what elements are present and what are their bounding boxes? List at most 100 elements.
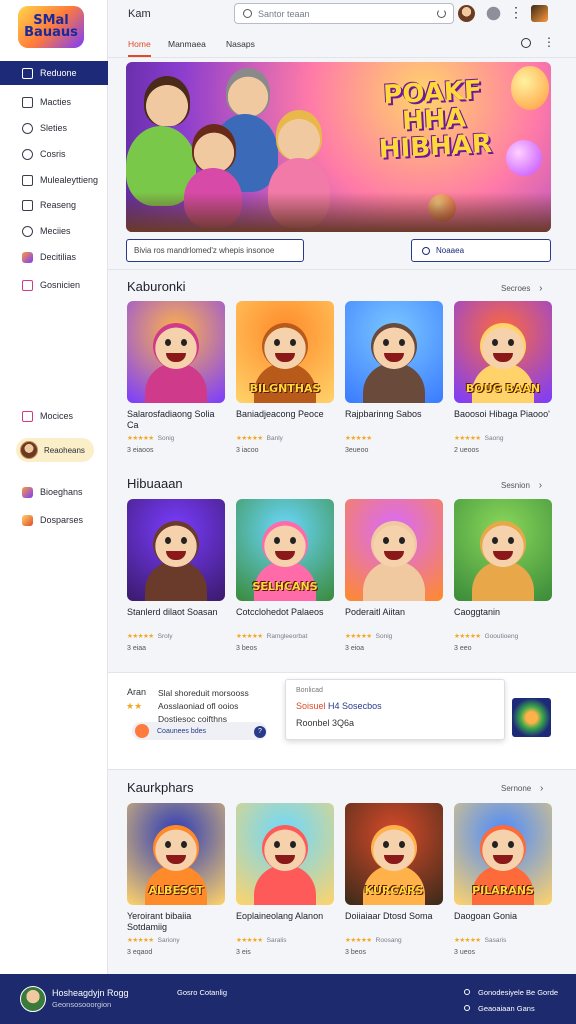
game-title[interactable]: Caoggtanin (454, 607, 552, 629)
game-card[interactable]: KURCARS Doiiaiaar Dtosd Soma ★★★★★ Roosan… (345, 803, 443, 956)
search-input[interactable]: Santor teaan (234, 3, 454, 24)
game-count: 3 eis (236, 949, 251, 956)
game-title[interactable]: Doiiaiaar Dtosd Soma (345, 911, 443, 933)
game-count: 3 eqaod (127, 949, 153, 956)
character-eye (165, 537, 171, 544)
tab-home[interactable]: Home (128, 39, 151, 57)
game-count: 3 iacoo (236, 447, 259, 454)
tab-nasaps[interactable]: Nasaps (226, 39, 255, 49)
game-title[interactable]: Cotcclohedot Palaeos (236, 607, 334, 629)
character-head (226, 68, 270, 116)
game-title[interactable]: Baniadjeacong Peoce (236, 409, 334, 431)
game-thumbnail[interactable]: ALBESCT (127, 803, 225, 905)
profile-avatar[interactable] (458, 5, 475, 22)
game-card[interactable]: Stanlerd dilaot Soasan ★★★★★ Sroly 3 eiaa (127, 499, 225, 652)
game-thumbnail[interactable] (236, 803, 334, 905)
footer-search-link[interactable]: Geaoaiaan Gans (464, 1004, 535, 1013)
game-thumbnail[interactable]: BOUG BAAN (454, 301, 552, 403)
game-title[interactable]: Baoosoi Hibaga Piaooo' (454, 409, 552, 431)
hero-button-label: Noaaea (436, 246, 465, 255)
game-thumbnail[interactable] (127, 499, 225, 601)
character-eye (290, 537, 296, 544)
character-eye (181, 339, 187, 346)
promo-rating: ★★ (126, 701, 143, 711)
game-card[interactable]: ALBESCT Yeroirant bibaiia Sotdamiig ★★★★… (127, 803, 225, 956)
info-icon[interactable]: ? (254, 726, 266, 738)
game-title[interactable]: Rajpbarinng Sabos (345, 409, 443, 431)
sidebar-item-label: Macties (40, 97, 72, 107)
game-title[interactable]: Eoplaineolang Alanon (236, 911, 334, 933)
balloon-graphic (506, 140, 542, 176)
search-icon (464, 1005, 470, 1011)
tab-bar: Home Manmaea Nasaps ⋮ (108, 30, 576, 58)
sidebar-item-meciies[interactable]: Meciies (0, 219, 108, 243)
game-card[interactable]: BOUG BAAN Baoosoi Hibaga Piaooo' ★★★★★ Sa… (454, 301, 552, 454)
section-see-more-link[interactable]: Sesnion (501, 480, 542, 491)
sidebar-item-decitilias[interactable]: Decitilias (0, 245, 108, 269)
promo-chip[interactable]: Coaunees bdes (132, 722, 267, 740)
rating-label: Sasaris (484, 937, 507, 944)
game-card[interactable]: Caoggtanin ★★★★★ Gooutioeng 3 eeo (454, 499, 552, 652)
user-pill[interactable]: Reaoheans (16, 438, 94, 462)
game-art-title: BOUG BAAN (465, 382, 541, 395)
sidebar-item-macties[interactable]: Macties (0, 90, 108, 114)
promo-thumbnail[interactable] (512, 698, 551, 737)
section-see-more-link[interactable]: Sernone (501, 783, 543, 794)
sidebar-item-gosnicien[interactable]: Gosnicien (0, 273, 108, 297)
sidebar-item-home[interactable]: Reduone (0, 61, 108, 85)
game-card[interactable]: BILGNTHAS Baniadjeacong Peoce ★★★★★ Banly… (236, 301, 334, 454)
game-title[interactable]: Poderaitl Aiitan (345, 607, 443, 629)
more-menu-icon[interactable]: ⋮ (509, 5, 523, 22)
game-card[interactable]: Poderaitl Aiitan ★★★★★ Sonig 3 eioa (345, 499, 443, 652)
sidebar-item-bioeghans[interactable]: Bioeghans (0, 480, 108, 504)
game-title[interactable]: Salarosfadiaong Solia Ca (127, 409, 225, 431)
sidebar-item-cosris[interactable]: Cosris (0, 142, 108, 166)
game-thumbnail[interactable] (127, 301, 225, 403)
game-title[interactable]: Stanlerd dilaot Soasan (127, 607, 225, 629)
promo-popup[interactable]: Bonlicad Soisuel H4 Sosecbos Roonbel 3Q6… (285, 679, 505, 740)
sidebar-item-mulealeyttieng[interactable]: Mulealeyttieng (0, 168, 108, 192)
section-see-more-link[interactable]: Secroes (501, 283, 542, 294)
game-thumbnail[interactable] (345, 301, 443, 403)
sidebar-item-sleties[interactable]: Sleties (0, 116, 108, 140)
sidebar-item-reaseng[interactable]: Reaseng (0, 193, 108, 217)
settings-icon (22, 225, 33, 237)
popup-highlight: Soisuel (296, 701, 326, 711)
game-thumbnail[interactable] (454, 499, 552, 601)
sidebar-item-dosparses[interactable]: Dosparses (0, 508, 108, 532)
game-card[interactable]: SELHCANS Cotcclohedot Palaeos ★★★★★ Ramgl… (236, 499, 334, 652)
game-card[interactable]: Eoplaineolang Alanon ★★★★★ Saralis 3 eis (236, 803, 334, 956)
location-icon[interactable] (486, 6, 501, 21)
hero-search-button[interactable]: Noaaea (411, 239, 551, 262)
search-icon[interactable] (521, 38, 531, 48)
game-title[interactable]: Yeroirant bibaiia Sotdamiig (127, 911, 225, 933)
game-card[interactable]: Salarosfadiaong Solia Ca ★★★★★ Sonig 3 ei… (127, 301, 225, 454)
refresh-icon[interactable] (437, 9, 446, 18)
game-card[interactable]: Rajpbarinng Sabos ★★★★★ 3eueoo (345, 301, 443, 454)
promo-chip-label: Coaunees bdes (157, 727, 207, 735)
footer-search-link[interactable]: Gonodesiyele Be Gorde (464, 988, 558, 997)
hero-text-field[interactable]: Bivia ros mandrlomed'z whepis insonoe (126, 239, 304, 262)
document-icon (22, 199, 33, 211)
more-menu-icon[interactable]: ⋮ (543, 35, 555, 49)
sidebar-item-mocices[interactable]: Mocices (0, 404, 108, 428)
game-rating: ★★★★★ Gooutioeng (454, 632, 552, 640)
game-thumbnail[interactable]: KURCARS (345, 803, 443, 905)
avatar[interactable] (20, 986, 46, 1012)
game-rating: ★★★★★ Banly (236, 434, 334, 442)
game-title[interactable]: Daogoan Gonia (454, 911, 552, 933)
app-logo[interactable]: SMal Bauaus (18, 6, 84, 48)
game-controller-icon[interactable] (531, 5, 548, 22)
game-thumbnail[interactable]: PILARANS (454, 803, 552, 905)
tab-manmaea[interactable]: Manmaea (168, 39, 206, 49)
footer-link[interactable]: Gosro Cotanlig (177, 988, 227, 997)
character-eye (492, 339, 498, 346)
game-thumbnail[interactable]: BILGNTHAS (236, 301, 334, 403)
sidebar-item-label: Reaseng (40, 200, 77, 210)
hero-banner[interactable]: POAKF HHA HIBHAR (126, 62, 551, 232)
game-card[interactable]: PILARANS Daogoan Gonia ★★★★★ Sasaris 3 ue… (454, 803, 552, 956)
game-thumbnail[interactable]: SELHCANS (236, 499, 334, 601)
star-rating-icon: ★★★★★ (345, 633, 372, 640)
game-thumbnail[interactable] (345, 499, 443, 601)
popup-headline: Soisuel H4 Sosecbos (296, 701, 382, 711)
